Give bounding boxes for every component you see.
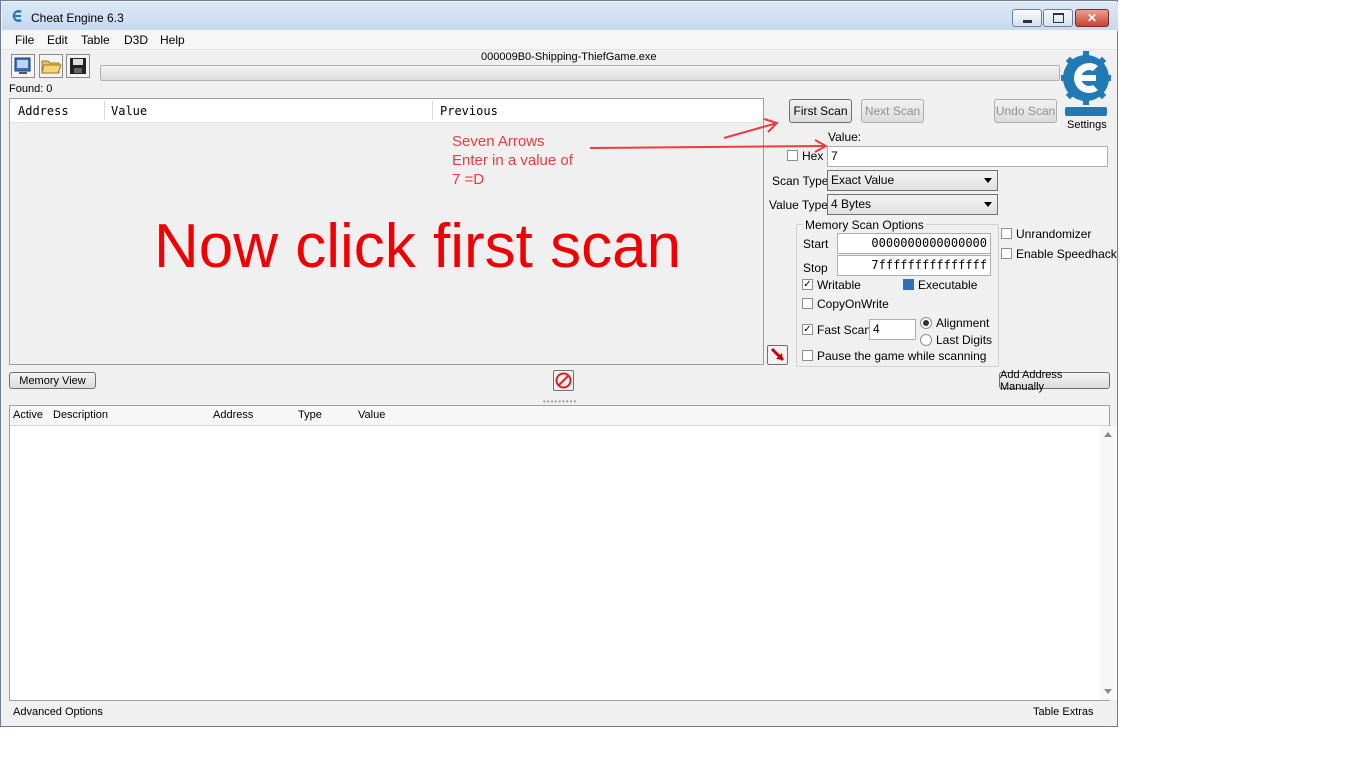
chevron-down-icon (984, 202, 992, 207)
writable-label: Writable (817, 278, 861, 292)
scroll-down-icon[interactable] (1104, 689, 1112, 694)
maximize-icon (1052, 13, 1064, 23)
save-file-button[interactable] (66, 54, 90, 78)
speedhack-label: Enable Speedhack (1016, 247, 1117, 261)
speedhack-checkbox[interactable] (1001, 248, 1012, 259)
next-scan-button[interactable]: Next Scan (861, 99, 924, 123)
maximize-button[interactable] (1043, 9, 1073, 27)
column-value[interactable]: Value (111, 104, 147, 122)
address-table-scrollbar[interactable] (1100, 426, 1117, 700)
chevron-down-icon (984, 178, 992, 183)
column-type[interactable]: Type (298, 409, 322, 421)
settings-link[interactable]: Settings (1067, 119, 1107, 131)
column-value[interactable]: Value (358, 409, 385, 421)
minimize-icon (1022, 19, 1032, 23)
save-disk-icon (70, 58, 86, 74)
copyonwrite-checkbox[interactable] (802, 298, 813, 309)
column-description[interactable]: Description (53, 409, 108, 421)
undo-scan-button[interactable]: Undo Scan (994, 99, 1057, 123)
stop-label: Stop (803, 261, 828, 275)
advanced-options-link[interactable]: Advanced Options (13, 706, 103, 718)
pause-game-checkbox[interactable] (802, 350, 813, 361)
start-address-input[interactable]: 0000000000000000 (837, 233, 991, 254)
scan-type-label: Scan Type (772, 174, 829, 188)
big-annotation: Now click first scan (154, 212, 682, 281)
column-active[interactable]: Active (13, 409, 43, 421)
cheat-engine-icon (9, 8, 25, 24)
scan-type-value: Exact Value (831, 173, 895, 187)
column-previous[interactable]: Previous (440, 104, 498, 122)
last-digits-label: Last Digits (936, 333, 993, 347)
select-process-button[interactable] (11, 54, 35, 78)
scan-progress-bar (100, 65, 1060, 81)
value-type-select[interactable]: 4 Bytes (827, 194, 998, 215)
pointer-button[interactable] (767, 345, 788, 365)
scroll-up-icon[interactable] (1104, 432, 1112, 437)
add-address-manually-button[interactable]: Add Address Manually (999, 369, 1110, 393)
menu-help[interactable]: Help (160, 33, 185, 47)
window-title: Cheat Engine 6.3 (31, 11, 124, 25)
close-button[interactable]: ✕ (1075, 9, 1109, 27)
address-table-header: Active Description Address Type Value (10, 406, 1109, 426)
title-bar (2, 2, 1118, 31)
fast-scan-input[interactable]: 4 (869, 319, 916, 340)
column-address[interactable]: Address (18, 104, 69, 122)
open-file-button[interactable] (39, 54, 63, 78)
annotation-line-2: Enter in a value of (452, 152, 573, 169)
menu-edit[interactable]: Edit (47, 33, 68, 47)
menu-file[interactable]: File (15, 33, 34, 47)
address-table[interactable]: Active Description Address Type Value (9, 405, 1117, 701)
fast-scan-label: Fast Scan (817, 323, 872, 337)
menu-table[interactable]: Table (81, 33, 110, 47)
process-select-icon (14, 57, 31, 74)
pointer-arrow-icon (770, 347, 785, 362)
unrandomizer-checkbox[interactable] (1001, 228, 1012, 239)
scan-type-select[interactable]: Exact Value (827, 170, 998, 191)
fast-scan-checkbox[interactable]: ✓ (802, 324, 813, 335)
menu-d3d[interactable]: D3D (124, 33, 148, 47)
alignment-radio[interactable] (920, 317, 932, 329)
value-label: Value: (828, 130, 862, 144)
cheat-engine-logo[interactable] (1060, 50, 1112, 118)
memory-view-button[interactable]: Memory View (9, 372, 96, 389)
hex-checkbox[interactable] (787, 150, 798, 161)
annotation-line-1: Seven Arrows (452, 133, 545, 150)
hex-label: Hex (802, 149, 824, 163)
menu-bar: File Edit Table D3D Help (1, 30, 1117, 50)
memory-scan-options-title: Memory Scan Options (803, 218, 926, 232)
annotation-line-3: 7 =D (452, 171, 485, 188)
value-input[interactable]: 7 (827, 146, 1108, 167)
found-count: Found: 0 (9, 83, 53, 95)
stop-address-input[interactable]: 7fffffffffffffff (837, 255, 991, 276)
results-header: Address Value Previous (10, 99, 763, 123)
copyonwrite-label: CopyOnWrite (817, 297, 889, 311)
alignment-label: Alignment (936, 316, 990, 330)
value-type-value: 4 Bytes (831, 197, 872, 211)
last-digits-radio[interactable] (920, 334, 932, 346)
stop-icon (555, 372, 572, 389)
value-type-label: Value Type (769, 198, 828, 212)
minimize-button[interactable] (1012, 9, 1042, 27)
table-extras-link[interactable]: Table Extras (1033, 706, 1094, 718)
open-folder-icon (41, 60, 62, 74)
column-address[interactable]: Address (213, 409, 253, 421)
stop-scan-button[interactable] (553, 370, 574, 391)
start-label: Start (803, 237, 829, 251)
unrandomizer-label: Unrandomizer (1016, 227, 1092, 241)
close-icon: ✕ (1086, 11, 1098, 25)
writable-checkbox[interactable]: ✓ (802, 279, 813, 290)
executable-label: Executable (918, 278, 978, 292)
pause-game-label: Pause the game while scanning (817, 349, 987, 363)
executable-checkbox[interactable] (903, 279, 914, 290)
first-scan-button[interactable]: First Scan (789, 99, 852, 123)
process-name: 000009B0-Shipping-ThiefGame.exe (481, 51, 657, 63)
